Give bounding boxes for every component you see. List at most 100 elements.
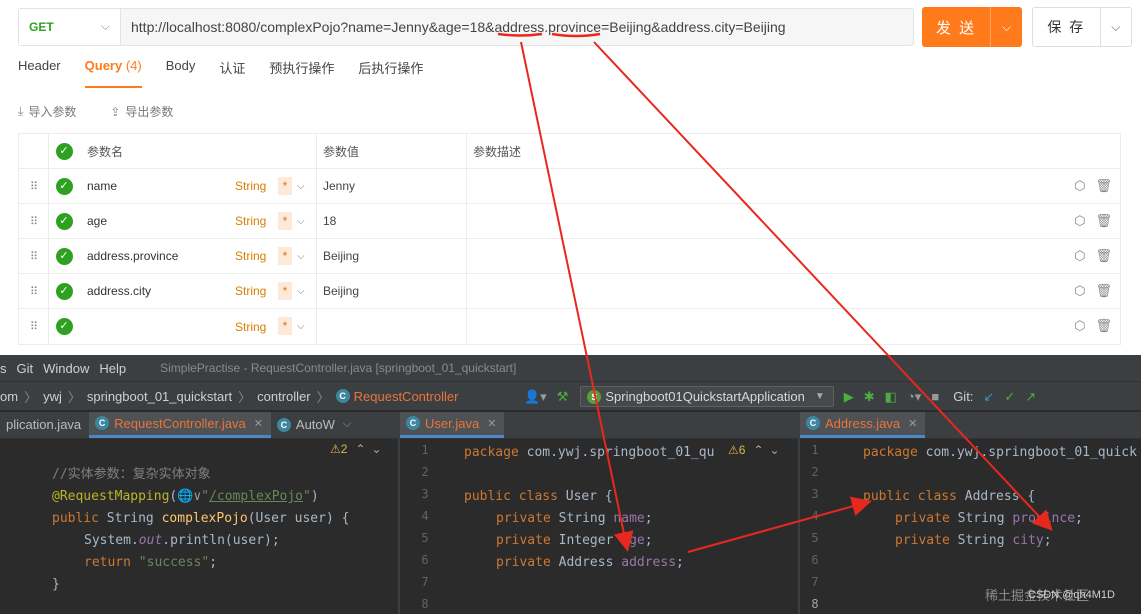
param-desc-input[interactable]: ⬡ 🗑 xyxy=(467,169,1120,204)
close-icon[interactable]: ✕ xyxy=(908,417,917,430)
param-desc-input[interactable]: ⬡ 🗑 xyxy=(467,204,1120,239)
chevron-down-icon[interactable]: ⌵ xyxy=(297,181,305,192)
breadcrumb-item[interactable]: ywj xyxy=(43,389,62,404)
git-push-icon[interactable]: ↗ xyxy=(1025,389,1036,405)
chevron-down-icon[interactable]: ⌵ xyxy=(297,216,305,227)
drag-handle-icon[interactable]: ⠿ xyxy=(19,203,49,239)
required-toggle[interactable]: * xyxy=(278,317,292,335)
param-name-input[interactable]: name String * ⌵ xyxy=(79,168,317,204)
param-desc-input[interactable]: ⬡ 🗑 xyxy=(467,309,1120,344)
editor-tab-active[interactable]: C Address.java ✕ xyxy=(800,412,926,438)
tab-post-request[interactable]: 后执行操作 xyxy=(358,58,423,82)
code-editor-left[interactable]: ⚠2 ⌃⌄ //实体参数：复杂实体对象 @RequestMapping(🌐∨"/c… xyxy=(0,439,398,596)
cube-icon[interactable]: ⬡ xyxy=(1074,213,1085,229)
param-value-input[interactable] xyxy=(317,309,467,344)
tab-body[interactable]: Body xyxy=(166,58,196,82)
git-update-icon[interactable]: ↙ xyxy=(983,389,994,405)
menu-item[interactable]: s xyxy=(0,361,7,376)
required-toggle[interactable]: * xyxy=(278,211,292,230)
trash-icon[interactable]: 🗑 xyxy=(1095,248,1112,264)
cube-icon[interactable]: ⬡ xyxy=(1074,248,1085,264)
save-button[interactable]: 保 存 ⌵ xyxy=(1032,7,1132,47)
run-icon[interactable]: ▶ xyxy=(844,389,854,405)
close-icon[interactable]: ✕ xyxy=(487,417,496,430)
row-checkbox[interactable]: ✓ xyxy=(49,204,79,239)
param-name-input[interactable]: address.province String * ⌵ xyxy=(79,238,317,274)
drag-handle-icon[interactable]: ⠿ xyxy=(19,168,49,204)
param-value-input[interactable]: Jenny xyxy=(317,168,467,204)
breadcrumb-current[interactable]: C RequestController xyxy=(335,389,458,404)
menu-window[interactable]: Window xyxy=(43,361,89,376)
row-checkbox[interactable]: ✓ xyxy=(49,239,79,274)
warning-indicator[interactable]: ⚠2 ⌃⌄ xyxy=(330,442,388,456)
method-select[interactable]: GET ⌵ xyxy=(19,9,121,45)
code-editor-middle[interactable]: 1 2 3 4 5 6 7 8 ⚠6 ⌃⌄ package com.ywj.spr… xyxy=(400,439,798,611)
param-type-select[interactable]: String xyxy=(235,320,266,334)
row-checkbox[interactable]: ✓ xyxy=(49,169,79,204)
navigate-arrows-icon[interactable]: ⌃⌄ xyxy=(753,443,785,457)
import-params-button[interactable]: ⤓ 导入参数 xyxy=(18,103,76,120)
chevron-down-icon[interactable]: ⌵ xyxy=(343,418,351,431)
drag-handle-icon[interactable]: ⠿ xyxy=(19,273,49,309)
breadcrumb-item[interactable]: springboot_01_quickstart xyxy=(87,389,232,404)
drag-handle-icon[interactable]: ⠿ xyxy=(19,309,49,344)
param-desc-input[interactable]: ⬡ 🗑 xyxy=(467,274,1120,309)
cube-icon[interactable]: ⬡ xyxy=(1074,178,1085,194)
required-toggle[interactable]: * xyxy=(278,246,292,265)
required-toggle[interactable]: * xyxy=(278,281,292,300)
menu-help[interactable]: Help xyxy=(99,361,126,376)
url-input[interactable]: http://localhost:8080/complexPojo?name=J… xyxy=(121,19,786,35)
send-button[interactable]: 发 送 ⌵ xyxy=(922,7,1022,47)
menu-git[interactable]: Git xyxy=(17,361,34,376)
param-name-input[interactable]: age String * ⌵ xyxy=(79,203,317,239)
tab-pre-request[interactable]: 预执行操作 xyxy=(269,58,334,82)
trash-icon[interactable]: 🗑 xyxy=(1095,213,1112,229)
tab-header[interactable]: Header xyxy=(18,58,61,82)
export-params-button[interactable]: ⇪ 导出参数 xyxy=(110,103,173,120)
tab-auth[interactable]: 认证 xyxy=(219,58,245,82)
chevron-down-icon[interactable]: ⌵ xyxy=(1101,20,1131,35)
chevron-down-icon[interactable]: ⌵ xyxy=(297,251,305,262)
breadcrumb-item[interactable]: controller xyxy=(257,389,310,404)
editor-tab-active[interactable]: C RequestController.java ✕ xyxy=(89,412,271,438)
editor-tab[interactable]: plication.java xyxy=(0,412,89,438)
param-name-input[interactable]: String * ⌵ xyxy=(79,309,317,344)
row-checkbox[interactable]: ✓ xyxy=(49,274,79,309)
run-config-select[interactable]: S Springboot01QuickstartApplication ▼ xyxy=(580,386,834,407)
debug-icon[interactable]: ✱ xyxy=(864,389,875,405)
close-icon[interactable]: ✕ xyxy=(254,417,263,430)
editor-tab[interactable]: C AutoW ⌵ xyxy=(271,412,359,438)
hammer-icon[interactable]: ⚒ xyxy=(557,389,569,405)
profiler-icon[interactable]: ◔▾ xyxy=(907,389,921,405)
param-name-input[interactable]: address.city String * ⌵ xyxy=(79,273,317,309)
code-editor-right[interactable]: 1 2 3 4 5 6 7 8 package com.ywj.springbo… xyxy=(800,439,1141,611)
param-type-select[interactable]: String xyxy=(235,214,266,228)
editor-tab-active[interactable]: C User.java ✕ xyxy=(400,412,505,438)
chevron-down-icon[interactable]: ⌵ xyxy=(991,20,1022,35)
param-value-input[interactable]: 18 xyxy=(317,203,467,239)
param-desc-input[interactable]: ⬡ 🗑 xyxy=(467,239,1120,274)
navigate-arrows-icon[interactable]: ⌃⌄ xyxy=(355,442,387,456)
param-type-select[interactable]: String xyxy=(235,284,266,298)
trash-icon[interactable]: 🗑 xyxy=(1095,178,1112,194)
drag-handle-icon[interactable]: ⠿ xyxy=(19,238,49,274)
param-type-select[interactable]: String xyxy=(235,179,266,193)
chevron-down-icon[interactable]: ⌵ xyxy=(297,321,305,332)
warning-indicator[interactable]: ⚠6 ⌃⌄ xyxy=(728,443,786,457)
breadcrumb-item[interactable]: om xyxy=(0,389,18,404)
cube-icon[interactable]: ⬡ xyxy=(1074,283,1085,299)
trash-icon[interactable]: 🗑 xyxy=(1095,318,1112,334)
trash-icon[interactable]: 🗑 xyxy=(1095,283,1112,299)
git-commit-icon[interactable]: ✓ xyxy=(1004,389,1015,405)
param-type-select[interactable]: String xyxy=(235,249,266,263)
param-value-input[interactable]: Beijing xyxy=(317,238,467,274)
required-toggle[interactable]: * xyxy=(278,176,292,195)
stop-icon[interactable]: ■ xyxy=(931,389,939,404)
row-checkbox[interactable]: ✓ xyxy=(49,309,79,344)
coverage-icon[interactable]: ◧ xyxy=(885,389,897,405)
tab-query[interactable]: Query (4) xyxy=(84,58,142,88)
select-all-checkbox[interactable]: ✓ xyxy=(49,134,79,169)
param-value-input[interactable]: Beijing xyxy=(317,273,467,309)
chevron-down-icon[interactable]: ⌵ xyxy=(297,286,305,297)
user-icon[interactable]: 👤▾ xyxy=(524,389,547,405)
